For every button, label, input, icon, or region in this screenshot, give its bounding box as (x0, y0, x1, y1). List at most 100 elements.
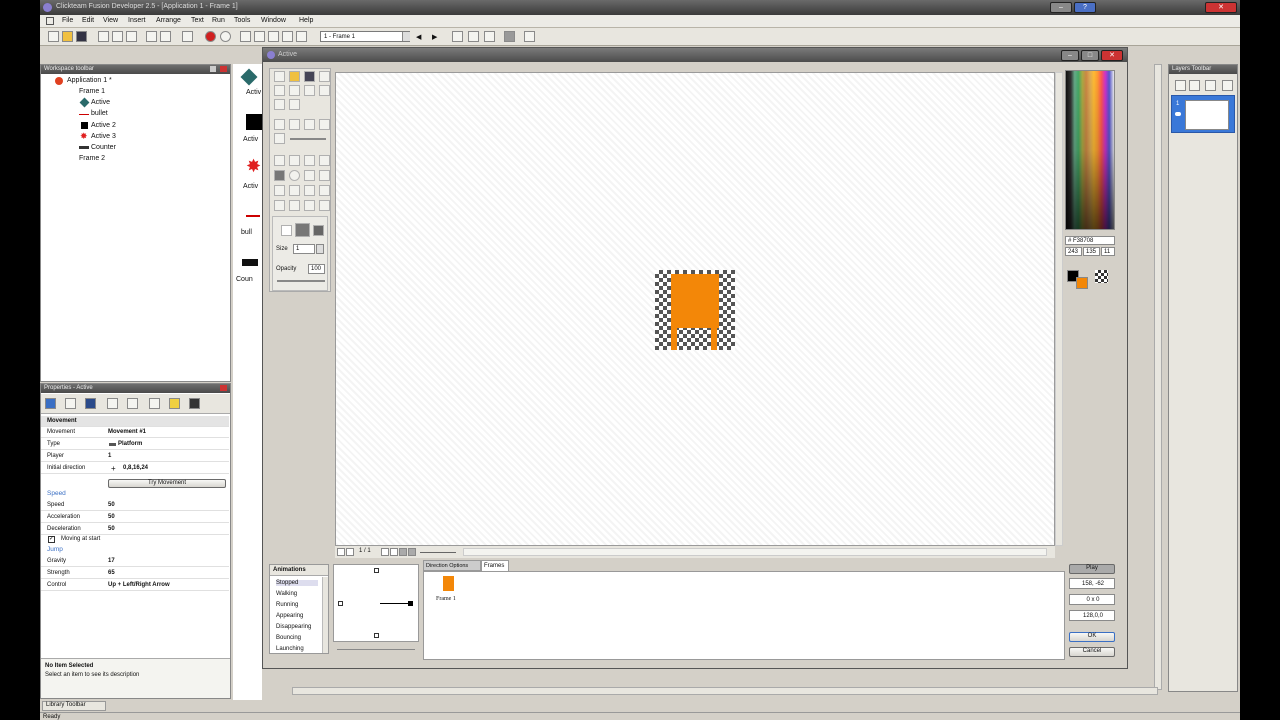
effects-icon[interactable] (319, 200, 330, 211)
menu-window[interactable]: Window (261, 17, 286, 24)
active-object-thumb[interactable] (240, 68, 258, 86)
menu-text[interactable]: Text (191, 17, 204, 24)
tab-direction-options[interactable]: Direction Options (423, 560, 481, 571)
next-frame-icon[interactable]: ▶ (432, 33, 437, 41)
prop-value[interactable]: Platform (118, 441, 142, 447)
hotspot-icon[interactable] (289, 119, 300, 130)
counter-thumb[interactable] (242, 259, 258, 266)
animation-launching[interactable]: Launching (276, 646, 304, 652)
layer-up-icon[interactable] (1205, 80, 1216, 91)
layer-lock-icon[interactable] (1222, 80, 1233, 91)
paste-icon[interactable] (304, 85, 315, 96)
prop-speed[interactable]: Speed 50 (41, 500, 229, 511)
values-tab-icon[interactable] (107, 398, 118, 409)
prop-value[interactable]: Up + Left/Right Arrow (108, 582, 170, 588)
about-tab-icon[interactable] (169, 398, 180, 409)
text-icon[interactable] (304, 185, 315, 196)
prev-frame-icon[interactable] (346, 548, 354, 556)
direction-up-handle[interactable] (374, 568, 379, 573)
menu-edit[interactable]: Edit (82, 17, 94, 24)
prop-type[interactable]: Type Platform (41, 439, 229, 450)
tree-active-3[interactable]: Active 3 (91, 133, 116, 140)
menu-view[interactable]: View (103, 17, 118, 24)
panel-pin-icon[interactable] (210, 66, 216, 72)
transparency-icon[interactable] (319, 71, 330, 82)
fill-mode-icon[interactable] (313, 225, 324, 236)
animation-stopped[interactable]: Stopped (276, 580, 318, 586)
delete-frame-icon[interactable] (408, 548, 416, 556)
insert-frame-icon[interactable] (399, 548, 407, 556)
spray-icon[interactable] (289, 185, 300, 196)
delete-layer-icon[interactable] (1189, 80, 1200, 91)
direction-down-handle[interactable] (374, 633, 379, 638)
direction-right-handle[interactable] (408, 601, 413, 606)
events-tab-icon[interactable] (127, 398, 138, 409)
rotate-icon[interactable] (289, 200, 300, 211)
menu-app-icon[interactable] (46, 17, 54, 25)
first-frame-icon[interactable] (337, 548, 345, 556)
flip-icon[interactable] (304, 200, 315, 211)
size-field[interactable]: 0 x 0 (1069, 594, 1115, 605)
animation-bouncing[interactable]: Bouncing (276, 635, 301, 641)
blue-field[interactable]: 11 (1101, 247, 1115, 256)
save-icon[interactable] (76, 31, 87, 42)
prop-acceleration[interactable]: Acceleration 50 (41, 512, 229, 523)
undo-icon[interactable] (274, 99, 285, 110)
size-stepper[interactable] (316, 244, 324, 254)
tree-application[interactable]: Application 1 * (67, 77, 112, 84)
frame-editor-icon[interactable] (254, 31, 265, 42)
horizontal-scrollbar[interactable] (463, 548, 1047, 556)
prop-value[interactable]: 50 (108, 526, 115, 532)
import-icon[interactable] (289, 71, 300, 82)
direction-speed-slider[interactable] (337, 649, 415, 650)
zoom-icon[interactable] (452, 31, 463, 42)
action-point-field[interactable]: 128,0,0 (1069, 610, 1115, 621)
prop-value[interactable]: 50 (108, 514, 115, 520)
frame-zoom-slider[interactable] (420, 552, 456, 553)
editor-minimize-button[interactable]: – (1061, 50, 1079, 61)
tree-bullet[interactable]: bullet (91, 110, 108, 117)
moving-at-start-checkbox[interactable]: ✓ (48, 536, 55, 543)
size-input[interactable]: 1 (293, 244, 315, 254)
shape-icon[interactable] (319, 170, 330, 181)
bullet-thumb[interactable] (246, 215, 260, 217)
pencil-icon[interactable] (304, 155, 315, 166)
undo-icon[interactable] (146, 31, 157, 42)
tree-frame-2[interactable]: Frame 2 (79, 155, 105, 162)
paste-icon[interactable] (126, 31, 137, 42)
frame-thumbnail[interactable] (443, 576, 454, 591)
resize-icon[interactable] (274, 200, 285, 211)
copy-icon[interactable] (112, 31, 123, 42)
snap-icon[interactable] (524, 31, 535, 42)
opacity-input[interactable]: 100 (308, 264, 325, 274)
run-frame-icon[interactable] (220, 31, 231, 42)
next-frame-icon[interactable] (381, 548, 389, 556)
display-tab-icon[interactable] (65, 398, 76, 409)
eye-icon[interactable] (1175, 112, 1181, 116)
tree-frame-1[interactable]: Frame 1 (79, 88, 105, 95)
ok-button[interactable]: OK (1069, 632, 1115, 642)
layer-item[interactable]: 1 (1171, 95, 1235, 133)
prop-gravity[interactable]: Gravity 17 (41, 556, 229, 567)
prev-frame-icon[interactable]: ◀ (416, 33, 421, 41)
cut-icon[interactable] (274, 85, 285, 96)
prop-movement[interactable]: Movement Movement #1 (41, 427, 229, 438)
minimize-button[interactable]: – (1050, 2, 1072, 13)
eyedropper-icon[interactable] (289, 155, 300, 166)
ellipse-icon[interactable] (289, 170, 300, 181)
prop-player[interactable]: Player 1 (41, 451, 229, 462)
event-editor-icon[interactable] (268, 31, 279, 42)
alpha-icon[interactable] (319, 119, 330, 130)
fill-outline-mode-icon[interactable] (295, 223, 310, 237)
close-button[interactable]: ✕ (1205, 2, 1237, 13)
panel-close-icon[interactable] (220, 385, 227, 391)
hex-color-field[interactable]: # F38708 (1065, 236, 1115, 245)
green-field[interactable]: 135 (1083, 247, 1100, 256)
data-elements-icon[interactable] (296, 31, 307, 42)
background-color-swatch[interactable] (1076, 277, 1088, 289)
cancel-button[interactable]: Cancel (1069, 647, 1115, 657)
outline-mode-icon[interactable] (281, 225, 292, 236)
selection-icon[interactable] (274, 155, 285, 166)
sprite-image[interactable] (655, 270, 735, 350)
prop-value[interactable]: 65 (108, 570, 115, 576)
